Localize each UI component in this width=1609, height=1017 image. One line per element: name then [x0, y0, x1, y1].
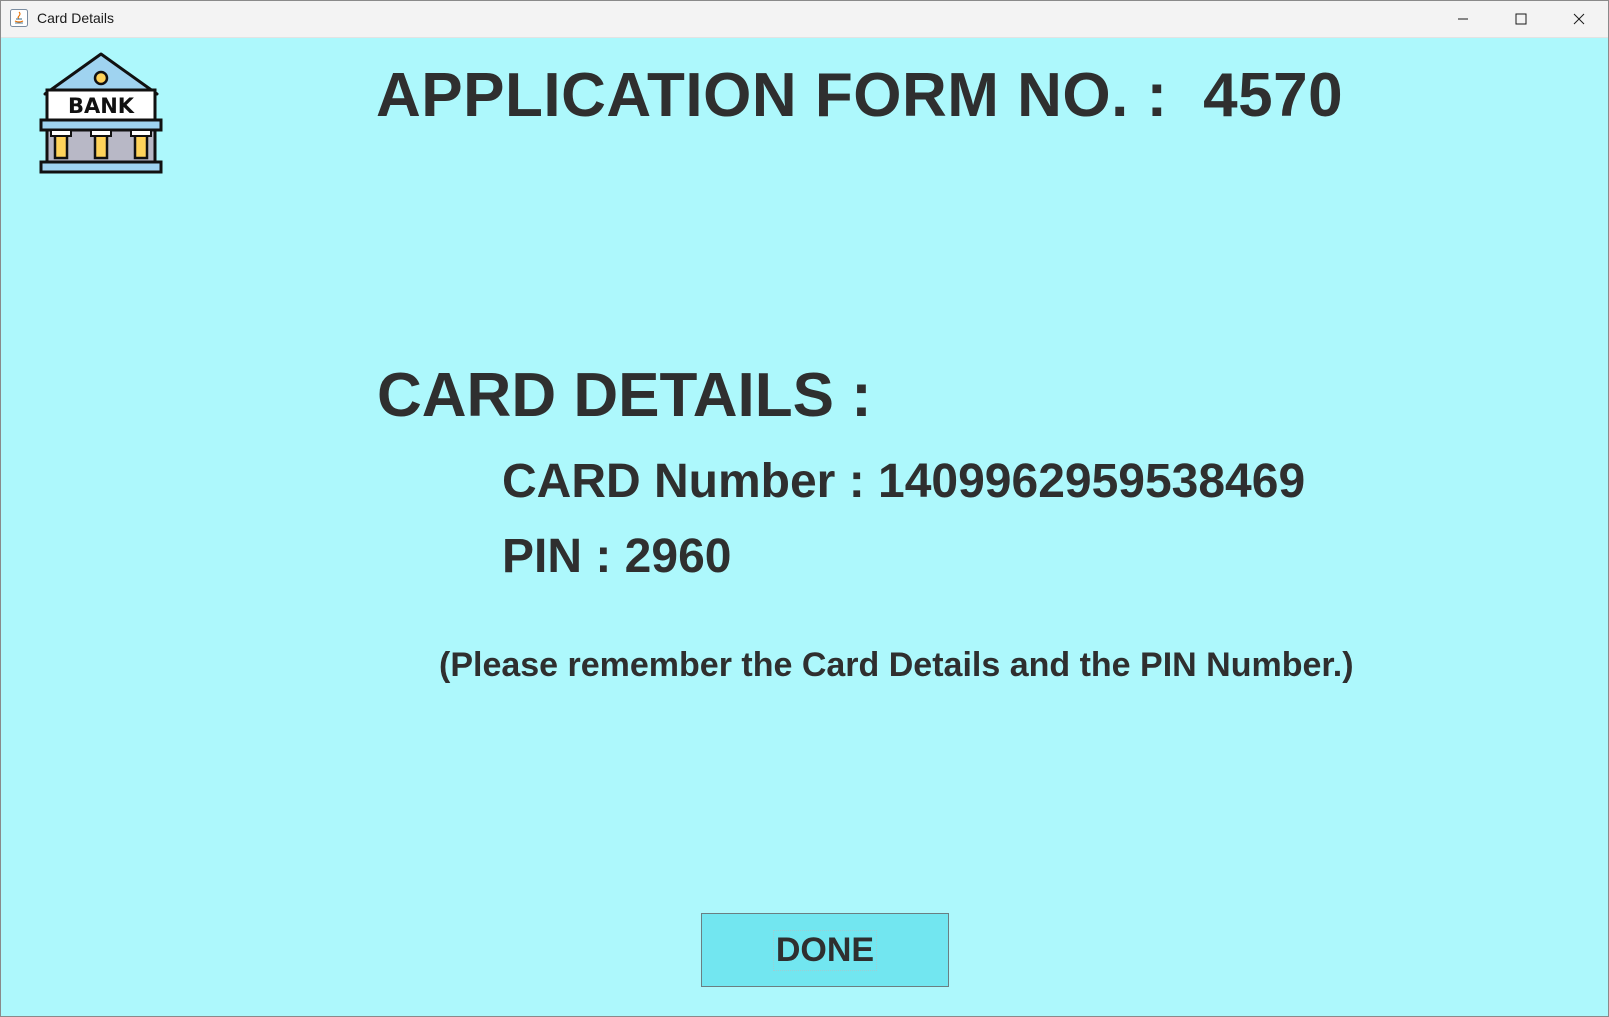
bank-logo-icon: BANK: [39, 52, 163, 174]
java-app-icon: [10, 9, 28, 27]
card-number-value: 1409962959538469: [878, 455, 1306, 508]
application-form-number: APPLICATION FORM NO. : 4570: [376, 60, 1343, 131]
window-title: Card Details: [37, 10, 115, 26]
close-icon: [1573, 13, 1585, 25]
form-number-value: 4570: [1203, 61, 1344, 130]
card-details-heading: CARD DETAILS :: [377, 361, 872, 430]
card-number-line: CARD Number : 1409962959538469: [502, 454, 1305, 509]
pin-value: 2960: [624, 530, 732, 583]
title-bar[interactable]: Card Details: [1, 1, 1608, 38]
pin-line: PIN : 2960: [502, 529, 731, 584]
bank-logo-text: BANK: [68, 94, 135, 118]
form-number-label: APPLICATION FORM NO. :: [376, 61, 1204, 130]
card-number-label: CARD Number :: [502, 455, 879, 508]
done-button[interactable]: DONE: [701, 913, 949, 987]
done-button-label: DONE: [772, 929, 878, 971]
pin-label: PIN :: [502, 530, 625, 583]
card-details-window: Card Details BANK APPLICATION FORM NO.:…: [0, 0, 1609, 1017]
minimize-button[interactable]: [1434, 1, 1492, 37]
maximize-icon: [1515, 13, 1527, 25]
remember-note: (Please remember the Card Details and th…: [439, 646, 1354, 684]
minimize-icon: [1458, 18, 1468, 20]
maximize-button[interactable]: [1492, 1, 1550, 37]
close-button[interactable]: [1550, 1, 1608, 37]
content-panel: BANK APPLICATION FORM NO. : 4570 CARD DE…: [1, 38, 1608, 1016]
